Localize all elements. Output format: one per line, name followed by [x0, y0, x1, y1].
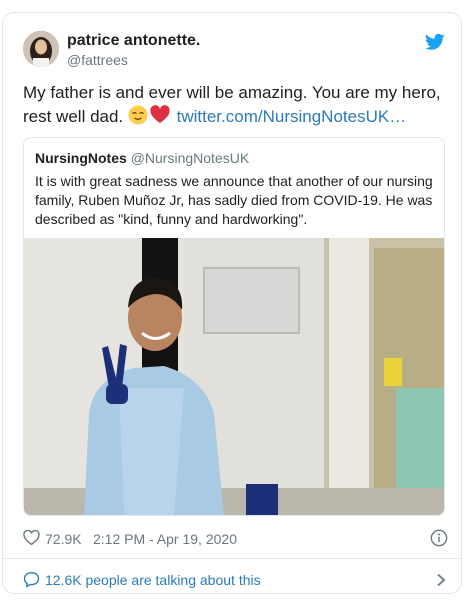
- chat-bubble-icon: [23, 572, 40, 588]
- tweet-meta: 72.9K 2:12 PM - Apr 19, 2020: [23, 529, 448, 549]
- tweet-text: My father is and ever will be amazing. Y…: [23, 81, 448, 129]
- author-display-name[interactable]: patrice antonette.: [67, 32, 200, 50]
- quoted-tweet-text: It is with great sadness we announce tha…: [35, 173, 433, 227]
- divider: [3, 558, 461, 559]
- conversation-link[interactable]: 12.6K people are talking about this: [23, 569, 448, 591]
- red-heart-emoji-icon: [150, 105, 170, 123]
- like-count[interactable]: 72.9K: [45, 531, 82, 547]
- quoted-tweet-photo[interactable]: [24, 238, 445, 516]
- info-icon[interactable]: [430, 529, 448, 547]
- avatar[interactable]: [23, 31, 59, 67]
- author-handle[interactable]: @fattrees: [67, 52, 128, 68]
- chevron-right-icon[interactable]: [436, 573, 446, 587]
- tweet-link[interactable]: twitter.com/NursingNotesUK…: [177, 107, 407, 126]
- embedded-tweet-card[interactable]: patrice antonette. @fattrees My father i…: [2, 12, 462, 594]
- twitter-logo-icon[interactable]: [425, 33, 445, 51]
- quoted-tweet-header: NursingNotes @NursingNotesUK: [35, 150, 249, 166]
- quoted-author-name[interactable]: NursingNotes: [35, 150, 127, 166]
- relieved-face-emoji-icon: [128, 105, 148, 125]
- avatar-image: [23, 31, 59, 67]
- heart-icon[interactable]: [23, 530, 40, 546]
- quoted-tweet[interactable]: NursingNotes @NursingNotesUK It is with …: [23, 137, 445, 516]
- tweet-timestamp[interactable]: 2:12 PM - Apr 19, 2020: [93, 531, 237, 547]
- conversation-label[interactable]: 12.6K people are talking about this: [45, 572, 261, 588]
- quoted-author-handle[interactable]: @NursingNotesUK: [131, 150, 249, 166]
